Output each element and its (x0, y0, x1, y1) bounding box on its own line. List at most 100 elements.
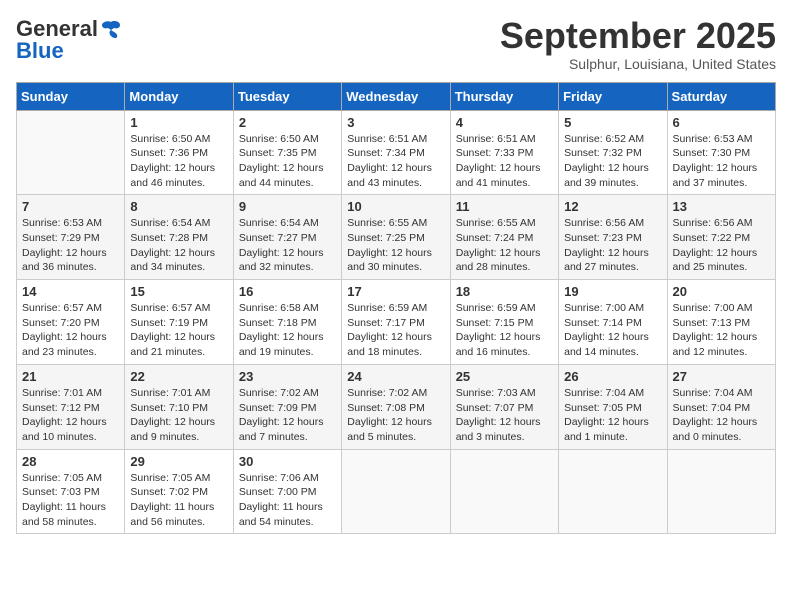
calendar-day-cell: 9 Sunrise: 6:54 AM Sunset: 7:27 PM Daylig… (233, 195, 341, 280)
calendar-day-cell: 26 Sunrise: 7:04 AM Sunset: 7:05 PM Dayli… (559, 364, 667, 449)
calendar-week-row: 28 Sunrise: 7:05 AM Sunset: 7:03 PM Dayli… (17, 449, 776, 534)
day-info: Sunrise: 6:52 AM Sunset: 7:32 PM Dayligh… (564, 132, 661, 191)
calendar-day-cell: 24 Sunrise: 7:02 AM Sunset: 7:08 PM Dayli… (342, 364, 450, 449)
day-info: Sunrise: 7:03 AM Sunset: 7:07 PM Dayligh… (456, 386, 553, 445)
calendar-day-cell: 29Sunrise: 7:05 AM Sunset: 7:02 PM Dayli… (125, 449, 233, 534)
logo-bird-icon (100, 18, 122, 40)
day-info: Sunrise: 6:51 AM Sunset: 7:33 PM Dayligh… (456, 132, 553, 191)
calendar-day-cell: 3Sunrise: 6:51 AM Sunset: 7:34 PM Daylig… (342, 110, 450, 195)
calendar-week-row: 14 Sunrise: 6:57 AM Sunset: 7:20 PM Dayli… (17, 280, 776, 365)
day-number: 25 (456, 369, 553, 384)
calendar-day-cell: 21 Sunrise: 7:01 AM Sunset: 7:12 PM Dayli… (17, 364, 125, 449)
calendar-day-cell: 5 Sunrise: 6:52 AM Sunset: 7:32 PM Daylig… (559, 110, 667, 195)
calendar-day-cell: 7 Sunrise: 6:53 AM Sunset: 7:29 PM Daylig… (17, 195, 125, 280)
day-number: 14 (22, 284, 119, 299)
day-info: Sunrise: 6:50 AM Sunset: 7:36 PM Dayligh… (130, 132, 227, 191)
calendar-day-cell: 22 Sunrise: 7:01 AM Sunset: 7:10 PM Dayli… (125, 364, 233, 449)
day-number: 27 (673, 369, 770, 384)
calendar-day-cell: 2 Sunrise: 6:50 AM Sunset: 7:35 PM Daylig… (233, 110, 341, 195)
day-info: Sunrise: 7:01 AM Sunset: 7:12 PM Dayligh… (22, 386, 119, 445)
calendar-day-cell: 1 Sunrise: 6:50 AM Sunset: 7:36 PM Daylig… (125, 110, 233, 195)
day-number: 24 (347, 369, 444, 384)
calendar-day-cell: 16Sunrise: 6:58 AM Sunset: 7:18 PM Dayli… (233, 280, 341, 365)
weekday-header-row: SundayMondayTuesdayWednesdayThursdayFrid… (17, 82, 776, 110)
calendar-day-cell: 30 Sunrise: 7:06 AM Sunset: 7:00 PM Dayli… (233, 449, 341, 534)
day-number: 16 (239, 284, 336, 299)
day-number: 9 (239, 199, 336, 214)
day-info: Sunrise: 6:55 AM Sunset: 7:24 PM Dayligh… (456, 216, 553, 275)
day-number: 18 (456, 284, 553, 299)
location-text: Sulphur, Louisiana, United States (500, 56, 776, 72)
weekday-header-wednesday: Wednesday (342, 82, 450, 110)
day-number: 23 (239, 369, 336, 384)
calendar-day-cell: 11 Sunrise: 6:55 AM Sunset: 7:24 PM Dayli… (450, 195, 558, 280)
page-header: General Blue September 2025 Sulphur, Lou… (16, 16, 776, 72)
calendar-day-cell: 6 Sunrise: 6:53 AM Sunset: 7:30 PM Daylig… (667, 110, 775, 195)
day-info: Sunrise: 6:54 AM Sunset: 7:28 PM Dayligh… (130, 216, 227, 275)
calendar-day-cell: 27 Sunrise: 7:04 AM Sunset: 7:04 PM Dayli… (667, 364, 775, 449)
day-info: Sunrise: 6:53 AM Sunset: 7:29 PM Dayligh… (22, 216, 119, 275)
day-number: 30 (239, 454, 336, 469)
calendar-day-cell: 8Sunrise: 6:54 AM Sunset: 7:28 PM Daylig… (125, 195, 233, 280)
day-info: Sunrise: 7:01 AM Sunset: 7:10 PM Dayligh… (130, 386, 227, 445)
day-number: 5 (564, 115, 661, 130)
calendar-day-cell (667, 449, 775, 534)
day-info: Sunrise: 6:59 AM Sunset: 7:17 PM Dayligh… (347, 301, 444, 360)
title-block: September 2025 Sulphur, Louisiana, Unite… (500, 16, 776, 72)
day-info: Sunrise: 7:04 AM Sunset: 7:05 PM Dayligh… (564, 386, 661, 445)
day-info: Sunrise: 6:51 AM Sunset: 7:34 PM Dayligh… (347, 132, 444, 191)
day-info: Sunrise: 6:57 AM Sunset: 7:20 PM Dayligh… (22, 301, 119, 360)
day-info: Sunrise: 6:56 AM Sunset: 7:23 PM Dayligh… (564, 216, 661, 275)
calendar-day-cell (342, 449, 450, 534)
logo-blue-text: Blue (16, 38, 64, 64)
calendar-week-row: 21 Sunrise: 7:01 AM Sunset: 7:12 PM Dayli… (17, 364, 776, 449)
calendar-week-row: 1 Sunrise: 6:50 AM Sunset: 7:36 PM Daylig… (17, 110, 776, 195)
day-number: 13 (673, 199, 770, 214)
calendar-day-cell: 25 Sunrise: 7:03 AM Sunset: 7:07 PM Dayli… (450, 364, 558, 449)
calendar-day-cell: 28 Sunrise: 7:05 AM Sunset: 7:03 PM Dayli… (17, 449, 125, 534)
day-number: 22 (130, 369, 227, 384)
day-info: Sunrise: 6:50 AM Sunset: 7:35 PM Dayligh… (239, 132, 336, 191)
day-info: Sunrise: 7:04 AM Sunset: 7:04 PM Dayligh… (673, 386, 770, 445)
day-number: 21 (22, 369, 119, 384)
month-title: September 2025 (500, 16, 776, 56)
day-number: 17 (347, 284, 444, 299)
calendar-day-cell: 23 Sunrise: 7:02 AM Sunset: 7:09 PM Dayli… (233, 364, 341, 449)
day-number: 26 (564, 369, 661, 384)
calendar-day-cell: 13Sunrise: 6:56 AM Sunset: 7:22 PM Dayli… (667, 195, 775, 280)
day-info: Sunrise: 6:55 AM Sunset: 7:25 PM Dayligh… (347, 216, 444, 275)
day-number: 4 (456, 115, 553, 130)
weekday-header-sunday: Sunday (17, 82, 125, 110)
day-number: 28 (22, 454, 119, 469)
day-info: Sunrise: 7:06 AM Sunset: 7:00 PM Dayligh… (239, 471, 336, 530)
day-number: 19 (564, 284, 661, 299)
day-number: 2 (239, 115, 336, 130)
calendar-week-row: 7 Sunrise: 6:53 AM Sunset: 7:29 PM Daylig… (17, 195, 776, 280)
calendar-day-cell: 14 Sunrise: 6:57 AM Sunset: 7:20 PM Dayli… (17, 280, 125, 365)
weekday-header-saturday: Saturday (667, 82, 775, 110)
calendar-day-cell: 17 Sunrise: 6:59 AM Sunset: 7:17 PM Dayli… (342, 280, 450, 365)
day-info: Sunrise: 6:54 AM Sunset: 7:27 PM Dayligh… (239, 216, 336, 275)
day-info: Sunrise: 7:00 AM Sunset: 7:13 PM Dayligh… (673, 301, 770, 360)
day-number: 11 (456, 199, 553, 214)
calendar-day-cell: 4 Sunrise: 6:51 AM Sunset: 7:33 PM Daylig… (450, 110, 558, 195)
weekday-header-thursday: Thursday (450, 82, 558, 110)
calendar-day-cell (450, 449, 558, 534)
day-number: 7 (22, 199, 119, 214)
day-info: Sunrise: 7:00 AM Sunset: 7:14 PM Dayligh… (564, 301, 661, 360)
day-info: Sunrise: 7:05 AM Sunset: 7:03 PM Dayligh… (22, 471, 119, 530)
day-info: Sunrise: 7:02 AM Sunset: 7:09 PM Dayligh… (239, 386, 336, 445)
day-number: 15 (130, 284, 227, 299)
day-number: 20 (673, 284, 770, 299)
day-number: 1 (130, 115, 227, 130)
calendar-day-cell: 12Sunrise: 6:56 AM Sunset: 7:23 PM Dayli… (559, 195, 667, 280)
day-info: Sunrise: 6:53 AM Sunset: 7:30 PM Dayligh… (673, 132, 770, 191)
calendar-day-cell: 15Sunrise: 6:57 AM Sunset: 7:19 PM Dayli… (125, 280, 233, 365)
calendar-day-cell: 18Sunrise: 6:59 AM Sunset: 7:15 PM Dayli… (450, 280, 558, 365)
weekday-header-friday: Friday (559, 82, 667, 110)
day-number: 29 (130, 454, 227, 469)
day-info: Sunrise: 7:02 AM Sunset: 7:08 PM Dayligh… (347, 386, 444, 445)
day-number: 6 (673, 115, 770, 130)
weekday-header-monday: Monday (125, 82, 233, 110)
calendar-day-cell: 10Sunrise: 6:55 AM Sunset: 7:25 PM Dayli… (342, 195, 450, 280)
